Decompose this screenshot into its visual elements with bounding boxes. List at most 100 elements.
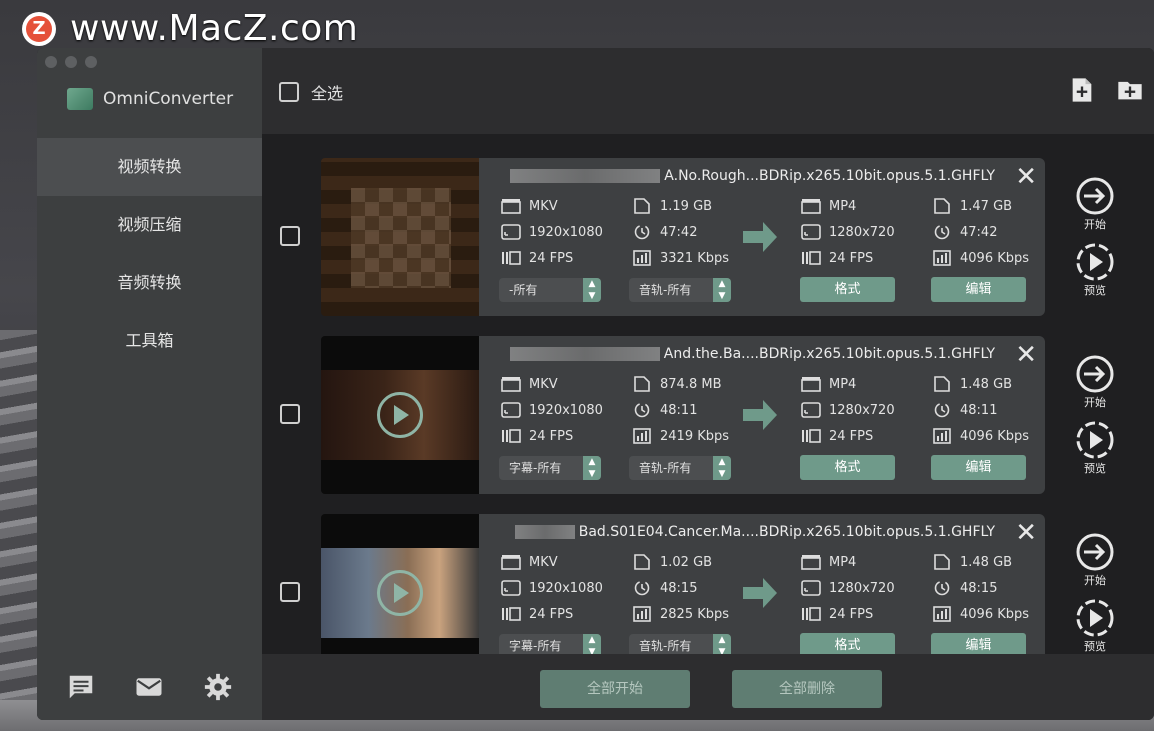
file-card: A.No.Rough...BDRip.x265.10bit.opus.5.1.G… [479,158,1045,316]
src-size: 874.8 MB [632,376,721,392]
format-button[interactable]: 格式 [800,633,895,654]
select-all[interactable]: 全选 [279,80,343,104]
row-checkbox[interactable] [280,404,300,424]
preview-play-icon[interactable] [1075,598,1115,638]
zoom-window-button[interactable] [85,56,97,68]
format-button[interactable]: 格式 [800,455,895,480]
subtitle-select[interactable]: 字幕-所有 ▲ ▼ [499,456,601,480]
audio-select[interactable]: 音轨-所有 ▲ ▼ [629,456,731,480]
subtitle-select[interactable]: -所有 ▲ ▼ [499,278,601,302]
fps-icon [802,251,821,265]
dst-duration-value: 48:11 [960,402,998,418]
delete-all-button[interactable]: 全部删除 [732,670,882,708]
stepper-icon[interactable]: ▲ ▼ [583,456,601,480]
dst-duration-value: 48:15 [960,580,998,596]
sidebar-item-video-compress[interactable]: 视频压缩 [37,196,262,254]
src-duration-value: 48:15 [660,580,698,596]
play-icon[interactable] [377,392,423,438]
preview-action[interactable]: 预览 [1065,598,1125,654]
preview-play-icon[interactable] [1075,242,1115,282]
subtitle-select-value: 字幕-所有 [509,461,562,475]
dst-fps: 24 FPS [801,606,873,622]
sidebar: OmniConverter 视频转换 视频压缩 音频转换 工具箱 [37,48,262,720]
play-icon[interactable] [377,570,423,616]
edit-button[interactable]: 编辑 [931,455,1026,480]
file-name: A.No.Rough...BDRip.x265.10bit.opus.5.1.G… [479,168,995,184]
start-action[interactable]: 开始 [1065,354,1125,410]
sidebar-item-toolbox[interactable]: 工具箱 [37,312,262,370]
video-thumbnail[interactable] [321,158,479,316]
dst-resolution-value: 1280x720 [829,580,895,596]
video-thumbnail[interactable] [321,514,479,654]
edit-button[interactable]: 编辑 [931,277,1026,302]
preview-play-icon[interactable] [1075,420,1115,460]
preview-label: 预览 [1084,640,1106,653]
audio-select-value: 音轨-所有 [639,639,692,653]
audio-select[interactable]: 音轨-所有 ▲ ▼ [629,278,731,302]
bitrate-icon [933,250,951,266]
src-fps: 24 FPS [501,606,573,622]
row-checkbox[interactable] [280,226,300,246]
dst-format-value: MP4 [829,198,857,214]
src-resolution: 1920x1080 [501,580,603,596]
fps-icon [802,607,821,621]
format-button[interactable]: 格式 [800,277,895,302]
add-file-icon[interactable] [1068,76,1096,104]
close-window-button[interactable] [45,56,57,68]
file-icon [934,554,950,570]
clock-icon [934,580,950,596]
dst-resolution-value: 1280x720 [829,224,895,240]
start-all-button[interactable]: 全部开始 [540,670,690,708]
src-format-value: MKV [529,376,558,392]
edit-button[interactable]: 编辑 [931,633,1026,654]
dst-format: MP4 [801,198,856,214]
dst-size-value: 1.47 GB [960,198,1013,214]
add-folder-icon[interactable] [1116,76,1144,104]
src-fps: 24 FPS [501,428,573,444]
src-fps-value: 24 FPS [529,606,574,622]
sidebar-item-audio-convert[interactable]: 音频转换 [37,254,262,312]
app-logo-icon [67,88,93,110]
src-size: 1.02 GB [632,554,712,570]
blurred-name-part [514,525,575,539]
start-arrow-icon[interactable] [1075,532,1115,572]
dst-resolution-value: 1280x720 [829,402,895,418]
gear-icon[interactable] [203,672,233,702]
file-icon [634,376,650,392]
src-resolution: 1920x1080 [501,402,603,418]
src-format-value: MKV [529,198,558,214]
sidebar-item-video-convert[interactable]: 视频转换 [37,138,262,196]
audio-select[interactable]: 音轨-所有 ▲ ▼ [629,634,731,654]
start-action[interactable]: 开始 [1065,532,1125,588]
stepper-icon[interactable]: ▲ ▼ [713,278,731,302]
row-checkbox[interactable] [280,582,300,602]
src-size: 1.19 GB [632,198,712,214]
clock-icon [934,224,950,240]
select-all-checkbox[interactable] [279,82,299,102]
start-action[interactable]: 开始 [1065,176,1125,232]
close-icon[interactable]: ✕ [1015,164,1037,190]
src-bitrate: 2419 Kbps [632,428,729,444]
subtitle-select[interactable]: 字幕-所有 ▲ ▼ [499,634,601,654]
stepper-icon[interactable]: ▲ ▼ [583,634,601,654]
preview-action[interactable]: 预览 [1065,420,1125,476]
chat-icon[interactable] [66,672,96,702]
file-card: And.the.Ba....BDRip.x265.10bit.opus.5.1.… [479,336,1045,494]
clock-icon [934,402,950,418]
close-icon[interactable]: ✕ [1015,342,1037,368]
close-icon[interactable]: ✕ [1015,520,1037,546]
stepper-icon[interactable]: ▲ ▼ [713,634,731,654]
stepper-icon[interactable]: ▲ ▼ [583,278,601,302]
start-label: 开始 [1084,396,1106,409]
dst-format: MP4 [801,554,856,570]
preview-action[interactable]: 预览 [1065,242,1125,298]
mail-icon[interactable] [134,672,164,702]
video-thumbnail[interactable] [321,336,479,494]
file-icon [934,198,950,214]
start-arrow-icon[interactable] [1075,354,1115,394]
dst-fps: 24 FPS [801,428,873,444]
stepper-icon[interactable]: ▲ ▼ [713,456,731,480]
start-arrow-icon[interactable] [1075,176,1115,216]
minimize-window-button[interactable] [65,56,77,68]
fps-icon [502,429,521,443]
